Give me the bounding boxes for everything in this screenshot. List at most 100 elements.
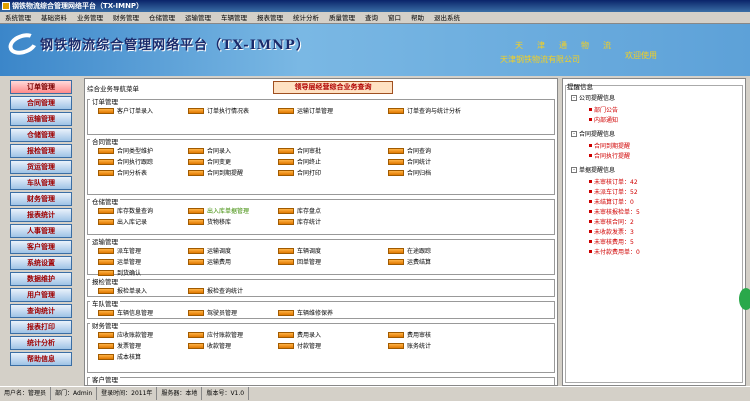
- menu-entry[interactable]: 合同终止: [278, 157, 321, 166]
- reminder-node[interactable]: 未审核订单：42: [589, 177, 638, 186]
- menu-entry[interactable]: 合同归档: [388, 168, 431, 177]
- menu-entry[interactable]: 客户订单录入: [98, 106, 153, 115]
- sidebar-item-3[interactable]: 仓储管理: [10, 128, 72, 142]
- collapse-icon[interactable]: -: [571, 94, 577, 101]
- menu-entry[interactable]: 发票管理: [98, 341, 141, 350]
- reminder-node[interactable]: 部门公告: [589, 105, 618, 114]
- menu-entry[interactable]: 合同执行跟踪: [98, 157, 153, 166]
- reminder-node[interactable]: 合同执行提醒: [589, 151, 630, 160]
- menu-entry[interactable]: 订单查询与统计分析: [388, 106, 461, 115]
- sidebar-item-16[interactable]: 统计分析: [10, 336, 72, 350]
- collapse-icon[interactable]: -: [571, 166, 577, 173]
- menu-entry[interactable]: 出入库单据管理: [188, 206, 249, 215]
- sidebar-item-1[interactable]: 合同管理: [10, 96, 72, 110]
- menu-entry[interactable]: 驾驶员管理: [188, 308, 237, 317]
- menu-item-6[interactable]: 车辆管理: [216, 12, 252, 23]
- menu-entry[interactable]: 库存盘点: [278, 206, 321, 215]
- menu-entry[interactable]: 应收账款管理: [98, 330, 153, 339]
- reminder-node[interactable]: - 公司提醒信息: [571, 93, 615, 102]
- menu-entry[interactable]: 车辆调度: [278, 246, 321, 255]
- menu-entry[interactable]: 应付账款管理: [188, 330, 243, 339]
- menu-entry[interactable]: 费用录入: [278, 330, 321, 339]
- menu-entry[interactable]: 派车管理: [98, 246, 141, 255]
- menu-item-5[interactable]: 运输管理: [180, 12, 216, 23]
- reminder-node[interactable]: 内部通知: [589, 115, 618, 124]
- menu-item-3[interactable]: 财务管理: [108, 12, 144, 23]
- sidebar-item-0[interactable]: 订单管理: [10, 80, 72, 94]
- sidebar-item-14[interactable]: 查询统计: [10, 304, 72, 318]
- sidebar-item-12[interactable]: 数据维护: [10, 272, 72, 286]
- module-icon: [278, 169, 294, 176]
- sidebar-item-15[interactable]: 报表打印: [10, 320, 72, 334]
- menu-entry[interactable]: 报检单录入: [98, 286, 147, 295]
- menu-entry[interactable]: 收款管理: [188, 341, 231, 350]
- menu-item-0[interactable]: 系统管理: [0, 12, 36, 23]
- menu-entry[interactable]: 合同录入: [188, 146, 231, 155]
- menu-item-7[interactable]: 报表管理: [252, 12, 288, 23]
- sidebar-item-10[interactable]: 客户管理: [10, 240, 72, 254]
- leader-query-button[interactable]: 领导层经营综合业务查询: [273, 81, 393, 94]
- reminder-label: 合同提醒信息: [579, 131, 616, 138]
- menu-entry[interactable]: 合同变更: [188, 157, 231, 166]
- sidebar-item-13[interactable]: 用户管理: [10, 288, 72, 302]
- float-icon[interactable]: [739, 288, 750, 310]
- reminder-node[interactable]: - 合同提醒信息: [571, 129, 615, 138]
- menu-entry[interactable]: 报检查询统计: [188, 286, 243, 295]
- menu-entry[interactable]: 运输费用: [188, 257, 231, 266]
- reminder-node[interactable]: 未派车订单：52: [589, 187, 638, 196]
- reminder-node[interactable]: - 单据提醒信息: [571, 165, 615, 174]
- menu-entry[interactable]: 合同到期提醒: [188, 168, 243, 177]
- sidebar-item-17[interactable]: 帮助信息: [10, 352, 72, 366]
- menu-entry[interactable]: 成本核算: [98, 352, 141, 361]
- menu-entry[interactable]: 库存统计: [278, 217, 321, 226]
- menu-entry[interactable]: 库存数量查询: [98, 206, 153, 215]
- menu-entry[interactable]: 合同统计: [388, 157, 431, 166]
- menu-entry[interactable]: 合同类型维护: [98, 146, 153, 155]
- menu-item-8[interactable]: 统计分析: [288, 12, 324, 23]
- sidebar-item-8[interactable]: 报表统计: [10, 208, 72, 222]
- menu-item-10[interactable]: 查询: [360, 12, 383, 23]
- menu-entry[interactable]: 合同打印: [278, 168, 321, 177]
- reminder-node[interactable]: 未收款发票：3: [589, 227, 634, 236]
- sidebar-item-11[interactable]: 系统设置: [10, 256, 72, 270]
- menu-entry[interactable]: 账务统计: [388, 341, 431, 350]
- menu-entry[interactable]: 在途跟踪: [388, 246, 431, 255]
- menu-entry[interactable]: 运单管理: [98, 257, 141, 266]
- menu-entry[interactable]: 货物移库: [188, 217, 231, 226]
- sidebar-item-7[interactable]: 财务管理: [10, 192, 72, 206]
- reminder-node[interactable]: 未付款费用单：0: [589, 247, 640, 256]
- menu-entry[interactable]: 付款管理: [278, 341, 321, 350]
- menu-entry[interactable]: 出入库记录: [98, 217, 147, 226]
- menu-entry[interactable]: 车辆信息管理: [98, 308, 153, 317]
- menu-item-1[interactable]: 基础资料: [36, 12, 72, 23]
- sidebar-item-5[interactable]: 货运管理: [10, 160, 72, 174]
- menu-entry[interactable]: 运费结算: [388, 257, 431, 266]
- reminder-node[interactable]: 未审核合同：2: [589, 217, 634, 226]
- sidebar-item-4[interactable]: 报检管理: [10, 144, 72, 158]
- menu-entry[interactable]: 运输调度: [188, 246, 231, 255]
- menu-entry[interactable]: 回单管理: [278, 257, 321, 266]
- menu-entry[interactable]: 订单执行情况表: [188, 106, 249, 115]
- sidebar-item-2[interactable]: 运输管理: [10, 112, 72, 126]
- menu-entry-label: 运输调度: [207, 248, 232, 255]
- menu-entry[interactable]: 合同分析表: [98, 168, 147, 177]
- collapse-icon[interactable]: -: [571, 130, 577, 137]
- sidebar-item-6[interactable]: 车队管理: [10, 176, 72, 190]
- menu-item-2[interactable]: 业务管理: [72, 12, 108, 23]
- menu-item-4[interactable]: 仓储管理: [144, 12, 180, 23]
- menu-item-13[interactable]: 退出系统: [429, 12, 465, 23]
- menu-entry[interactable]: 运输订单管理: [278, 106, 333, 115]
- menu-item-11[interactable]: 窗口: [383, 12, 406, 23]
- reminder-node[interactable]: 未审核报检单：5: [589, 207, 640, 216]
- reminder-node[interactable]: 合同到期提醒: [589, 141, 630, 150]
- menu-entry[interactable]: 车辆维修保养: [278, 308, 333, 317]
- reminder-label: 公司提醒信息: [579, 95, 616, 102]
- menu-item-9[interactable]: 质量管理: [324, 12, 360, 23]
- menu-entry[interactable]: 合同查询: [388, 146, 431, 155]
- menu-item-12[interactable]: 帮助: [406, 12, 429, 23]
- sidebar-item-9[interactable]: 人事管理: [10, 224, 72, 238]
- reminder-node[interactable]: 未审核费用：5: [589, 237, 634, 246]
- menu-entry[interactable]: 费用审核: [388, 330, 431, 339]
- reminder-node[interactable]: 未结算订单：0: [589, 197, 634, 206]
- menu-entry[interactable]: 合同审批: [278, 146, 321, 155]
